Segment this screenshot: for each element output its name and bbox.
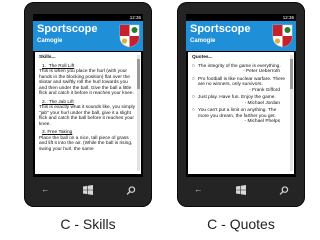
phone-screen: 12:36 Sportscope Camogie Skills... 1. Th… (33, 14, 143, 177)
skill-title-text: Free Taking (47, 130, 73, 135)
quote-text: Just play. Have fun. Enjoy the game. (198, 95, 276, 100)
app-subtitle: Camogie (190, 38, 216, 44)
bullet-icon: ○ (192, 63, 195, 69)
quotes-heading: Quotes... (192, 55, 213, 60)
quote-author: - Frank Gifford (249, 87, 280, 93)
crest-logo-icon (119, 24, 140, 48)
skill-number: 3. (42, 130, 47, 135)
app-title: Sportscope (37, 23, 98, 35)
phone-nav-bar: ← (24, 183, 152, 197)
status-time: 12:36 (282, 15, 294, 20)
scrollbar-thumb[interactable] (137, 59, 140, 89)
windows-icon[interactable] (81, 185, 95, 195)
status-time: 12:36 (129, 15, 141, 20)
quote-text: You can't put a limit on anything. The m… (198, 108, 277, 119)
quote-item: ○ You can't put a limit on anything. The… (192, 108, 288, 125)
quote-author: - Peter Ueberroth (242, 69, 280, 74)
skill-number: 2. (42, 99, 47, 105)
skill-1-text: This is when you place the hurl (with yo… (39, 69, 134, 96)
skill-title-text: The Roll Lift (48, 63, 75, 69)
quote-item: ○ The integrity of the game is everythin… (192, 64, 288, 75)
bullet-icon: ○ (192, 108, 195, 113)
skill-2-text: This is exactly what it sounds like, you… (39, 105, 135, 127)
quotes-content-panel[interactable]: Quotes... ○ The integrity of the game is… (188, 52, 294, 174)
skill-number: 1. (42, 63, 47, 69)
quote-item: ○ Pro football is like nuclear warfare. … (192, 77, 288, 94)
app-title: Sportscope (190, 23, 251, 35)
quote-author: - Michael Phelps (244, 119, 280, 124)
quote-item: ○ Just play. Have fun. Enjoy the game. -… (192, 95, 288, 106)
windows-icon[interactable] (234, 185, 248, 195)
phone-quotes: 12:36 Sportscope Camogie Quotes... ○ The… (177, 2, 305, 207)
phone-nav-bar: ← (177, 183, 305, 197)
skill-title-text: The Jab Lift (48, 99, 74, 105)
phone-screen: 12:36 Sportscope Camogie Quotes... ○ The… (186, 14, 296, 177)
bullet-icon: ○ (192, 76, 195, 82)
search-icon[interactable] (124, 185, 138, 195)
scrollbar[interactable] (290, 55, 293, 171)
scrollbar-thumb[interactable] (290, 59, 293, 89)
back-arrow-icon[interactable]: ← (38, 183, 52, 197)
app-subtitle: Camogie (37, 38, 63, 44)
search-icon[interactable] (277, 185, 291, 195)
scrollbar[interactable] (137, 55, 140, 171)
back-arrow-icon[interactable]: ← (191, 183, 205, 197)
crest-logo-icon (272, 24, 293, 48)
skills-heading: Skills... (39, 55, 56, 60)
skill-3-text: Place the ball on a nice, tall piece of … (39, 135, 133, 152)
bullet-icon: ○ (192, 95, 195, 100)
app-header: Sportscope Camogie (33, 21, 143, 51)
caption-skills: C - Skills (60, 216, 116, 232)
quote-text: Pro football is like nuclear warfare. Th… (198, 76, 286, 88)
app-header: Sportscope Camogie (186, 21, 296, 51)
quote-author: - Michael Jordan (244, 100, 280, 106)
skills-content-panel[interactable]: Skills... 1. The Roll Lift This is when … (35, 52, 141, 174)
caption-quotes: C - Quotes (207, 216, 275, 232)
phone-skills: 12:36 Sportscope Camogie Skills... 1. Th… (24, 2, 152, 207)
